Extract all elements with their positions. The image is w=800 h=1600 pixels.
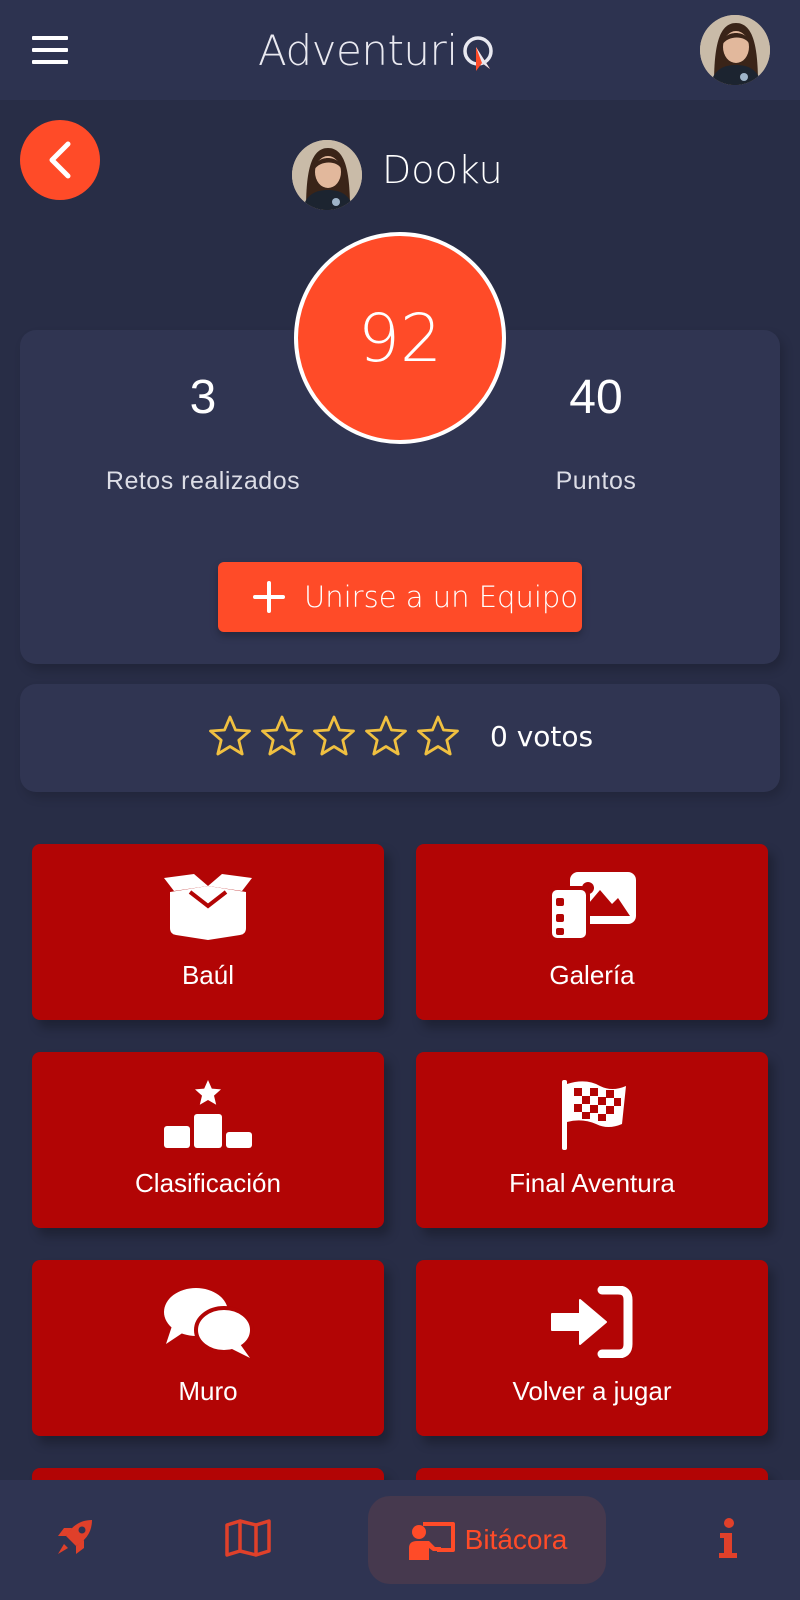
app-header: Adventuri	[0, 0, 800, 100]
star-icon[interactable]	[364, 714, 408, 758]
tile-wall-label: Muro	[178, 1376, 238, 1406]
star-rating[interactable]	[208, 714, 468, 758]
nav-adventures[interactable]	[44, 1508, 104, 1568]
app-logo-text: Adventuri	[258, 25, 458, 75]
join-team-label: Unirse a un Equipo	[304, 580, 579, 614]
star-icon[interactable]	[208, 714, 252, 758]
back-button[interactable]	[20, 120, 100, 200]
logo-compass-icon	[462, 36, 493, 71]
profile-avatar	[292, 140, 362, 210]
tile-chest-label: Baúl	[181, 960, 235, 990]
info-icon	[719, 1518, 737, 1558]
rocket-icon	[58, 1520, 92, 1554]
tile-gallery-label: Galería	[549, 960, 635, 990]
nav-logbook-label: Bitácora	[464, 1524, 568, 1555]
sign-in-arrow-icon	[551, 1286, 633, 1358]
tile-final[interactable]: Final Aventura	[416, 1052, 768, 1228]
challenges-count: 3	[189, 371, 217, 424]
star-icon[interactable]	[312, 714, 356, 758]
hamburger-menu-icon[interactable]	[32, 36, 68, 64]
points-label: Puntos	[555, 467, 637, 495]
tile-final-label: Final Aventura	[509, 1168, 675, 1198]
votes-count: 0 votos	[490, 720, 594, 753]
join-team-button[interactable]: Unirse a un Equipo	[218, 562, 582, 632]
points-count: 40	[569, 371, 623, 424]
user-avatar[interactable]	[700, 15, 770, 85]
profile-name: Dooku	[382, 148, 503, 192]
plus-icon	[253, 581, 285, 613]
checkered-flag-icon	[562, 1080, 626, 1150]
star-icon[interactable]	[260, 714, 304, 758]
star-icon[interactable]	[416, 714, 460, 758]
bottom-nav: Bitácora	[0, 1480, 800, 1600]
tile-gallery[interactable]: Galería	[416, 844, 768, 1020]
tile-play-again[interactable]: Volver a jugar	[416, 1260, 768, 1436]
gallery-images-icon	[548, 872, 636, 942]
chalkboard-user-icon	[408, 1522, 455, 1560]
tile-play-again-label: Volver a jugar	[512, 1376, 672, 1406]
tile-ranking[interactable]: Clasificación	[32, 1052, 384, 1228]
tile-wall[interactable]: Muro	[32, 1260, 384, 1436]
nav-logbook[interactable]: Bitácora	[368, 1496, 606, 1584]
podium-star-icon	[164, 1080, 252, 1148]
app-logo: Adventuri	[258, 18, 500, 82]
open-box-icon	[164, 874, 252, 940]
score-badge: 92	[294, 232, 506, 444]
challenges-label: Retos realizados	[105, 467, 301, 495]
chat-bubbles-icon	[164, 1288, 254, 1358]
chevron-left-icon	[49, 141, 71, 179]
map-icon	[225, 1519, 271, 1557]
tile-ranking-label: Clasificación	[135, 1168, 281, 1198]
tile-chest[interactable]: Baúl	[32, 844, 384, 1020]
nav-info[interactable]	[698, 1508, 758, 1568]
nav-map[interactable]	[218, 1508, 278, 1568]
